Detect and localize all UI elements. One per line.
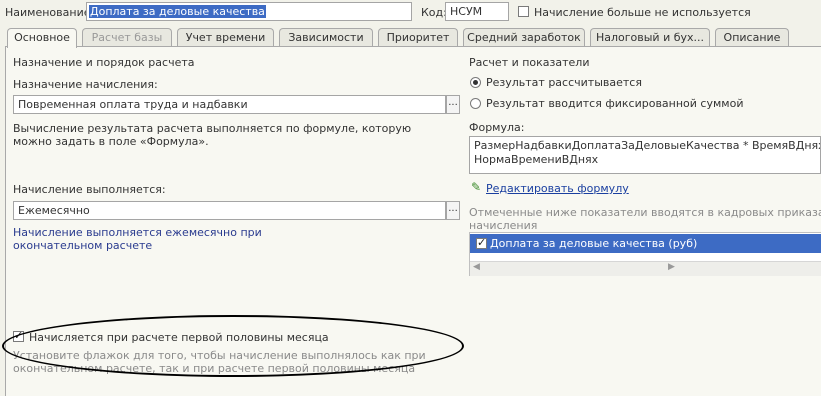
name-label: Наименование: xyxy=(5,6,95,19)
purpose-input[interactable]: Повременная оплата труда и надбавки xyxy=(13,95,446,114)
scroll-left-icon[interactable]: ◀ xyxy=(473,262,480,272)
indicator-checkbox[interactable] xyxy=(476,236,487,249)
indicators-hint-2: начисления xyxy=(469,219,538,232)
purpose-hint: Вычисление результата расчета выполняетс… xyxy=(13,122,412,148)
name-value: Доплата за деловые качества xyxy=(89,5,266,18)
edit-formula-link[interactable]: Редактировать формулу xyxy=(486,182,629,195)
indicators-hint-1: Отмеченные ниже показатели вводятся в ка… xyxy=(469,206,821,219)
period-label: Начисление выполняется: xyxy=(13,183,166,196)
formula-line-1: РазмерНадбавкиДоплатаЗаДеловыеКачества *… xyxy=(474,139,821,152)
radio-calculated-label: Результат рассчитывается xyxy=(486,76,642,89)
first-half-label: Начисляется при расчете первой половины … xyxy=(29,331,329,344)
list-item[interactable]: Доплата за деловые качества (руб) xyxy=(470,234,821,253)
formula-label: Формула: xyxy=(469,121,525,134)
code-input[interactable]: НСУМ xyxy=(445,2,509,21)
section-calc-title: Расчет и показатели xyxy=(469,56,590,69)
period-hint: Начисление выполняется ежемесячно при ок… xyxy=(13,226,262,252)
period-select-button[interactable]: ... xyxy=(446,201,460,220)
tab-average-earnings[interactable]: Средний заработок xyxy=(463,28,585,47)
tab-description[interactable]: Описание xyxy=(715,28,789,47)
formula-textarea[interactable]: РазмерНадбавкиДоплатаЗаДеловыеКачества *… xyxy=(469,136,821,174)
radio-fixed-label: Результат вводится фиксированной суммой xyxy=(486,97,744,110)
radio-calculated[interactable] xyxy=(470,77,481,88)
tab-main[interactable]: Основное xyxy=(7,28,77,48)
indicator-label: Доплата за деловые качества (руб) xyxy=(490,237,698,250)
formula-line-2: НормаВремениВДнях xyxy=(474,153,599,166)
first-half-hint: Установите флажок для того, чтобы начисл… xyxy=(13,349,426,375)
code-label: Код: xyxy=(421,6,447,19)
section-purpose-title: Назначение и порядок расчета xyxy=(13,56,195,69)
radio-fixed[interactable] xyxy=(470,98,481,109)
horizontal-scrollbar[interactable]: ◀ ▶ xyxy=(470,261,821,276)
tab-base-calc[interactable]: Расчет базы xyxy=(82,28,172,47)
tab-time-accounting[interactable]: Учет времени xyxy=(177,28,274,47)
unused-checkbox[interactable] xyxy=(518,6,529,17)
purpose-label: Назначение начисления: xyxy=(13,78,158,91)
first-half-checkbox[interactable] xyxy=(13,329,24,342)
purpose-select-button[interactable]: ... xyxy=(446,95,460,114)
pencil-icon: ✎ xyxy=(471,180,482,194)
period-input[interactable]: Ежемесячно xyxy=(13,201,446,220)
tab-priority[interactable]: Приоритет xyxy=(378,28,458,47)
tab-dependencies[interactable]: Зависимости xyxy=(279,28,373,47)
tab-tax-accounting[interactable]: Налоговый и бух... xyxy=(590,28,710,47)
scroll-right-icon[interactable]: ▶ xyxy=(668,262,675,272)
unused-label: Начисление больше не используется xyxy=(534,6,751,19)
indicators-list[interactable]: Доплата за деловые качества (руб) ◀ ▶ xyxy=(469,232,821,276)
name-input[interactable]: Доплата за деловые качества xyxy=(86,2,412,21)
